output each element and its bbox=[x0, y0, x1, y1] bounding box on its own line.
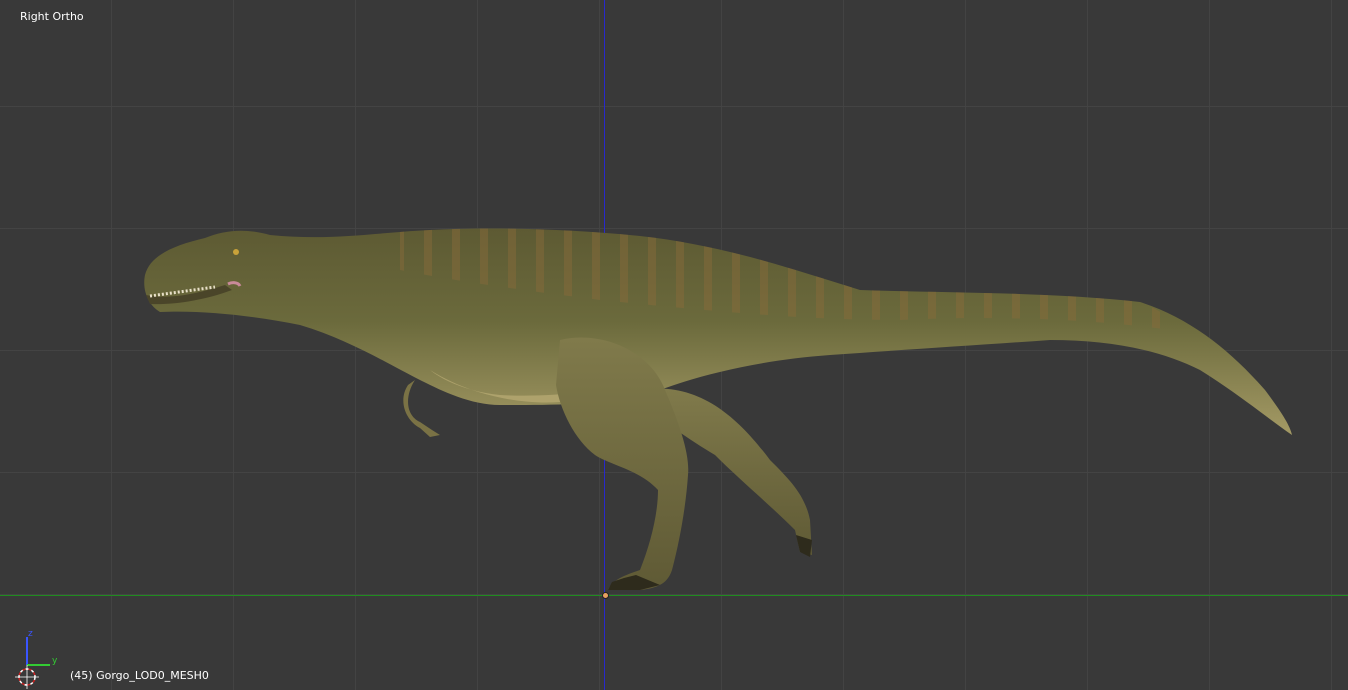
gizmo-y-label: y bbox=[52, 656, 58, 666]
3d-viewport[interactable]: Right Ortho (45) Gorgo_LOD0_MESH0 z y bbox=[0, 0, 1348, 690]
object-origin[interactable] bbox=[602, 592, 609, 599]
eye bbox=[233, 249, 239, 255]
axis-gizmo: z y bbox=[15, 629, 58, 689]
arm bbox=[403, 380, 440, 437]
gizmo-z-label: z bbox=[28, 629, 33, 639]
active-object-info: (45) Gorgo_LOD0_MESH0 bbox=[70, 669, 209, 682]
dinosaur-mesh[interactable] bbox=[0, 0, 1348, 690]
view-name-label: Right Ortho bbox=[20, 10, 84, 23]
